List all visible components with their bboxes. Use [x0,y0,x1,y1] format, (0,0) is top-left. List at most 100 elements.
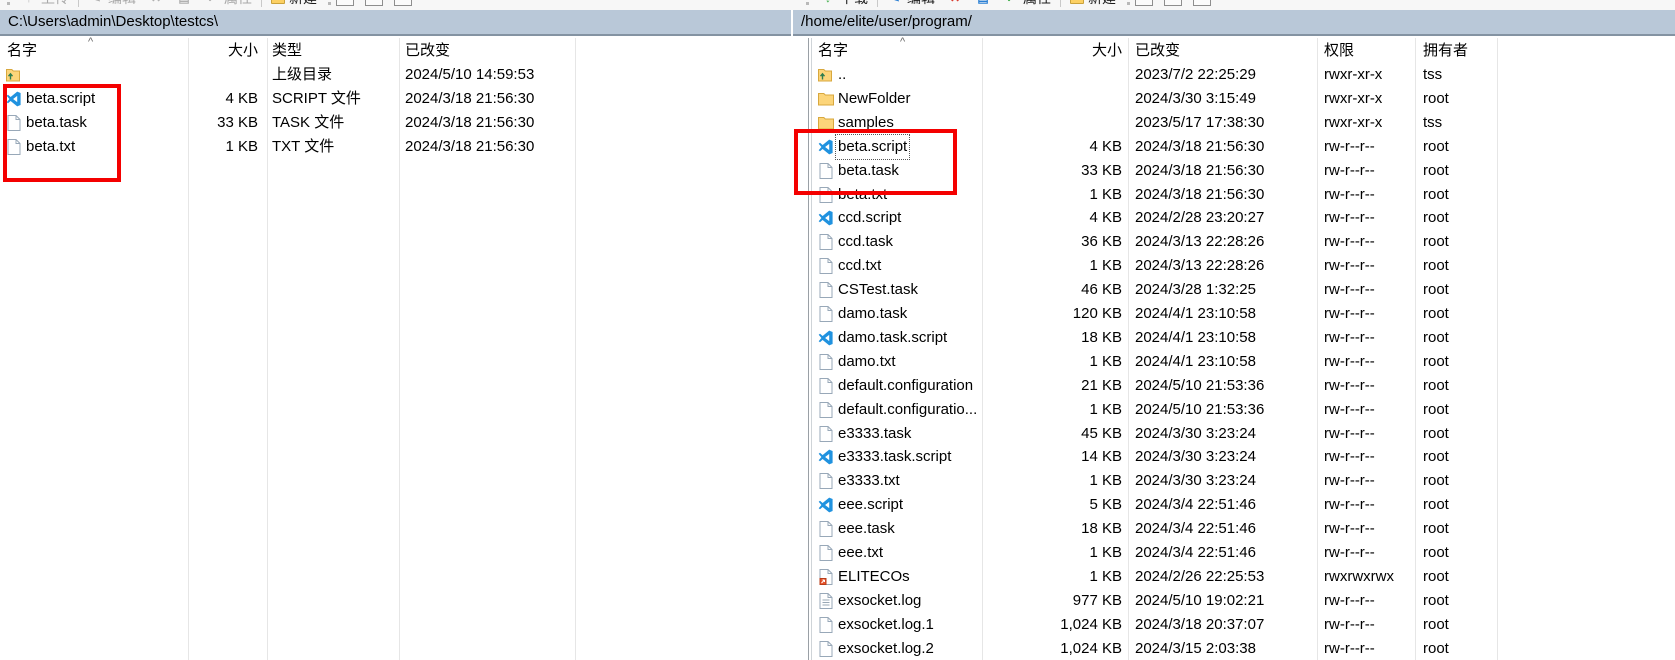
toolbar-grip[interactable] [7,0,10,5]
column-header-size[interactable]: 大小 [964,38,1122,63]
doc-icon [818,282,834,298]
column-header-changed[interactable]: 已改变 [1135,38,1180,63]
file-changed: 2024/4/1 23:10:58 [1135,350,1256,374]
edit-icon: ✎ [88,0,104,6]
folder-icon [818,91,834,107]
file-size: 5 KB [964,493,1122,517]
file-size: 1 KB [964,565,1122,589]
edit-label: 编辑 [907,0,935,8]
local-path-bar[interactable]: C:\Users\admin\Desktop\testcs\ [0,10,791,36]
file-row[interactable]: exsocket.log.11,024 KB2024/3/18 20:37:07… [794,613,1675,637]
file-owner: root [1423,493,1449,517]
download-button[interactable]: ↓ 下载 [814,0,874,8]
column-header-owner[interactable]: 拥有者 [1423,38,1468,63]
column-header-name[interactable]: 名字 [7,38,37,63]
file-changed: 2024/3/18 21:56:30 [1135,183,1264,207]
file-changed: 2024/3/30 3:23:24 [1135,469,1256,493]
file-name: exsocket.log.1 [838,613,934,637]
file-owner: root [1423,302,1449,326]
toolbar-grip[interactable] [806,0,809,5]
file-name: ccd.script [838,206,901,230]
file-rights: rwxr-xr-x [1324,63,1382,87]
file-rights: rw-r--r-- [1324,159,1375,183]
file-size: 1 KB [964,541,1122,565]
column-header-size[interactable]: 大小 [120,38,258,63]
file-row[interactable]: damo.task.script18 KB2024/4/1 23:10:58rw… [794,326,1675,350]
column-header-changed[interactable]: 已改变 [405,38,450,63]
new-button[interactable]: 新建 [265,0,323,8]
panel-blank-view-button[interactable] [365,0,383,6]
edit-button[interactable]: ✎ 编辑 [881,0,941,8]
panel-up-view-button[interactable]: ↑ [1135,0,1153,6]
file-rights: rw-r--r-- [1324,589,1375,613]
file-rights: rw-r--r-- [1324,183,1375,207]
file-row[interactable]: eee.task18 KB2024/3/4 22:51:46rw-r--r--r… [794,517,1675,541]
file-row[interactable]: exsocket.log.21,024 KB2024/3/15 2:03:38r… [794,637,1675,660]
toolbar-separator [1060,0,1061,7]
file-size: 18 KB [964,326,1122,350]
file-row[interactable]: default.configuration21 KB2024/5/10 21:5… [794,374,1675,398]
file-row[interactable]: default.configuratio...1 KB2024/5/10 21:… [794,398,1675,422]
toolbar-grip[interactable] [1127,0,1130,5]
upload-button[interactable]: ↑ 上传 [15,0,75,8]
file-row[interactable]: damo.task120 KB2024/4/1 23:10:58rw-r--r-… [794,302,1675,326]
column-header-name[interactable]: 名字 [818,38,848,63]
file-row[interactable]: ccd.task36 KB2024/3/13 22:28:26rw-r--r--… [794,230,1675,254]
edit-button[interactable]: ✎ 编辑 [82,0,142,8]
file-rights: rw-r--r-- [1324,493,1375,517]
file-name: damo.txt [838,350,896,374]
edit-label: 编辑 [108,0,136,8]
delete-button[interactable]: ✕ [941,0,969,6]
panel-up-view-button[interactable]: ↑ [336,0,354,6]
file-row[interactable]: eee.txt1 KB2024/3/4 22:51:46rw-r--r--roo… [794,541,1675,565]
panel-blank-view-button[interactable] [1164,0,1182,6]
file-row[interactable]: exsocket.log977 KB2024/5/10 19:02:21rw-r… [794,589,1675,613]
vscode-icon [818,497,834,513]
remote-path-bar[interactable]: /home/elite/user/program/ [793,10,1675,36]
rename-button[interactable]: ▤ [969,0,997,6]
file-row[interactable]: e3333.task45 KB2024/3/30 3:23:24rw-r--r-… [794,422,1675,446]
remote-column-headers: 名字 ^ 大小 已改变 权限 拥有者 [794,38,1675,63]
file-rights: rw-r--r-- [1324,206,1375,230]
file-rights: rw-r--r-- [1324,398,1375,422]
column-header-type[interactable]: 类型 [272,38,302,63]
new-button[interactable]: 新建 [1064,0,1122,8]
file-rights: rw-r--r-- [1324,637,1375,660]
delete-button[interactable]: ✕ [142,0,170,6]
new-folder-icon [271,0,285,4]
file-rights: rw-r--r-- [1324,613,1375,637]
file-row[interactable]: ccd.script4 KB2024/2/28 23:20:27rw-r--r-… [794,206,1675,230]
file-name: CSTest.task [838,278,918,302]
toolbar-grip[interactable] [328,0,331,5]
file-changed: 2024/3/4 22:51:46 [1135,541,1256,565]
file-changed: 2024/3/15 2:03:38 [1135,637,1256,660]
properties-button[interactable]: ✓ 属性 [198,0,258,8]
file-rights: rw-r--r-- [1324,445,1375,469]
file-row[interactable]: ccd.txt1 KB2024/3/13 22:28:26rw-r--r--ro… [794,254,1675,278]
column-header-rights[interactable]: 权限 [1324,38,1354,63]
file-name: ccd.txt [838,254,881,278]
rename-button[interactable]: ▤ [170,0,198,6]
file-changed: 2024/2/28 23:20:27 [1135,206,1264,230]
panel-down-view-button[interactable]: ↓ [394,0,412,6]
file-size: 4 KB [120,87,258,111]
file-changed: 2024/3/18 21:56:30 [405,135,534,159]
file-owner: root [1423,254,1449,278]
file-row[interactable]: e3333.task.script14 KB2024/3/30 3:23:24r… [794,445,1675,469]
properties-button[interactable]: ✓ 属性 [997,0,1057,8]
file-row[interactable]: e3333.txt1 KB2024/3/30 3:23:24rw-r--r--r… [794,469,1675,493]
file-row[interactable]: NewFolder2024/3/30 3:15:49rwxr-xr-xroot [794,87,1675,111]
file-name: e3333.task [838,422,911,446]
file-owner: tss [1423,111,1442,135]
file-row[interactable]: eee.script5 KB2024/3/4 22:51:46rw-r--r--… [794,493,1675,517]
file-row[interactable]: damo.txt1 KB2024/4/1 23:10:58rw-r--r--ro… [794,350,1675,374]
file-type: 上级目录 [272,63,332,87]
file-row[interactable]: ..2023/7/2 22:25:29rwxr-xr-xtss [794,63,1675,87]
panel-down-view-button[interactable]: ↓ [1193,0,1211,6]
file-name: default.configuration [838,374,973,398]
sort-ascending-icon: ^ [88,36,93,48]
file-row[interactable]: ELITECOs1 KB2024/2/26 22:25:53rwxrwxrwxr… [794,565,1675,589]
properties-icon: ✓ [204,0,220,6]
file-row[interactable]: CSTest.task46 KB2024/3/28 1:32:25rw-r--r… [794,278,1675,302]
file-changed: 2024/3/18 21:56:30 [405,87,534,111]
